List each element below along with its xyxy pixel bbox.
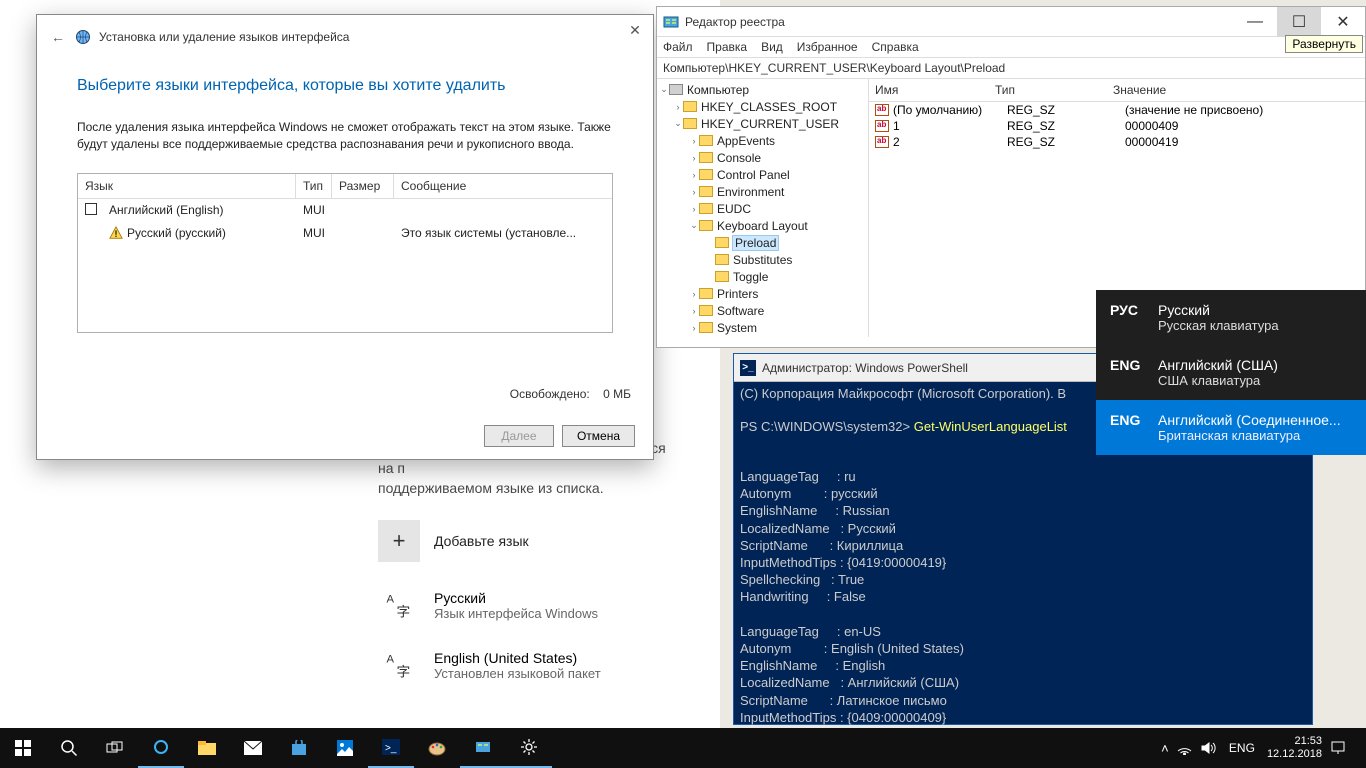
language-indicator[interactable]: ENG (1225, 741, 1259, 755)
svg-text:字: 字 (397, 664, 411, 679)
language-icon: A字 (378, 584, 420, 626)
dialog-heading: Выберите языки интерфейса, которые вы хо… (37, 45, 653, 105)
powershell-icon: >_ (740, 360, 756, 376)
value-row[interactable]: (По умолчанию)REG_SZ(значение не присвое… (869, 102, 1365, 118)
minimize-button[interactable]: — (1233, 7, 1277, 37)
regedit-icon (663, 14, 679, 30)
col-name[interactable]: Имя (869, 79, 989, 101)
tooltip: Развернуть (1285, 35, 1363, 53)
folder-icon (683, 118, 697, 129)
string-icon (875, 136, 889, 148)
language-switcher: РУС РусскийРусская клавиатура ENG Англий… (1096, 290, 1366, 455)
col-message[interactable]: Сообщение (394, 174, 612, 198)
menu-favorites[interactable]: Избранное (797, 40, 858, 54)
edge-icon[interactable] (138, 728, 184, 768)
lang-option-en-us[interactable]: ENG Английский (США)США клавиатура (1096, 345, 1366, 400)
svg-text:A: A (387, 654, 395, 666)
file-explorer-icon[interactable] (184, 728, 230, 768)
regedit-taskbar-icon[interactable] (460, 728, 506, 768)
table-row[interactable]: Английский (English) MUI (78, 199, 612, 222)
network-icon[interactable] (1177, 741, 1201, 755)
mail-icon[interactable] (230, 728, 276, 768)
freed-space: Освобождено: 0 МБ (510, 387, 631, 401)
clock[interactable]: 21:53 12.12.2018 (1259, 735, 1330, 761)
start-button[interactable] (0, 728, 46, 768)
taskbar: >_ ˄ ENG 21:53 12.12.2018 (0, 728, 1366, 768)
window-title: Редактор реестра (685, 15, 1233, 29)
folder-icon (683, 101, 697, 112)
checkbox[interactable] (85, 203, 97, 215)
language-name: Русский (434, 590, 598, 606)
warning-icon (109, 226, 123, 240)
store-icon[interactable] (276, 728, 322, 768)
settings-taskbar-icon[interactable] (506, 728, 552, 768)
language-icon: A字 (378, 644, 420, 686)
string-icon (875, 104, 889, 116)
language-item-en[interactable]: A字 English (United States) Установлен яз… (378, 644, 678, 686)
search-icon[interactable] (46, 728, 92, 768)
back-icon[interactable]: ← (51, 29, 69, 45)
lang-option-ru[interactable]: РУС РусскийРусская клавиатура (1096, 290, 1366, 345)
maximize-button[interactable]: ☐ (1277, 7, 1321, 37)
col-type[interactable]: Тип (296, 174, 332, 198)
col-language[interactable]: Язык (78, 174, 296, 198)
uninstall-language-dialog: ✕ ← Установка или удаление языков интерф… (36, 14, 654, 460)
address-bar[interactable]: Компьютер\HKEY_CURRENT_USER\Keyboard Lay… (657, 58, 1365, 79)
menu-edit[interactable]: Правка (707, 40, 748, 54)
volume-icon[interactable] (1201, 741, 1225, 755)
next-button: Далее (484, 425, 554, 447)
add-language-button[interactable]: + Добавьте язык (378, 520, 678, 562)
language-sub: Установлен языковой пакет (434, 666, 601, 681)
dialog-description: После удаления языка интерфейса Windows … (37, 105, 653, 153)
globe-icon (75, 29, 91, 45)
col-type[interactable]: Тип (989, 79, 1107, 101)
add-language-label: Добавьте язык (434, 533, 529, 549)
task-view-icon[interactable] (92, 728, 138, 768)
language-item-ru[interactable]: A字 Русский Язык интерфейса Windows (378, 584, 678, 626)
menu-view[interactable]: Вид (761, 40, 783, 54)
close-icon[interactable]: ✕ (625, 21, 645, 41)
window-title: Администратор: Windows PowerShell (762, 361, 968, 375)
menu-help[interactable]: Справка (872, 40, 919, 54)
string-icon (875, 120, 889, 132)
col-value[interactable]: Значение (1107, 79, 1365, 101)
language-sub: Язык интерфейса Windows (434, 606, 598, 621)
table-row[interactable]: Русский (русский) MUI Это язык системы (… (78, 222, 612, 244)
svg-text:>_: >_ (385, 743, 397, 754)
tray-chevron-icon[interactable]: ˄ (1153, 741, 1177, 756)
dialog-title: Установка или удаление языков интерфейса (99, 30, 349, 44)
tree-node-preload[interactable]: Preload (657, 234, 868, 251)
plus-icon: + (378, 520, 420, 562)
menu-bar: Файл Правка Вид Избранное Справка (657, 37, 1365, 58)
lang-option-en-gb[interactable]: ENG Английский (Соединенное...Британская… (1096, 400, 1366, 455)
value-row[interactable]: 1REG_SZ00000409 (869, 118, 1365, 134)
svg-text:A: A (387, 594, 395, 606)
col-size[interactable]: Размер (332, 174, 394, 198)
registry-tree[interactable]: ⌄Компьютер ›HKEY_CLASSES_ROOT ⌄HKEY_CURR… (657, 79, 869, 337)
action-center-icon[interactable] (1330, 740, 1366, 756)
language-table: Язык Тип Размер Сообщение Английский (En… (77, 173, 613, 333)
computer-icon (669, 84, 683, 95)
paint-icon[interactable] (414, 728, 460, 768)
menu-file[interactable]: Файл (663, 40, 693, 54)
close-button[interactable]: ✕ (1321, 7, 1365, 37)
photos-icon[interactable] (322, 728, 368, 768)
powershell-taskbar-icon[interactable]: >_ (368, 728, 414, 768)
value-row[interactable]: 2REG_SZ00000419 (869, 134, 1365, 150)
cancel-button[interactable]: Отмена (562, 425, 635, 447)
svg-text:字: 字 (397, 604, 411, 619)
language-name: English (United States) (434, 650, 601, 666)
